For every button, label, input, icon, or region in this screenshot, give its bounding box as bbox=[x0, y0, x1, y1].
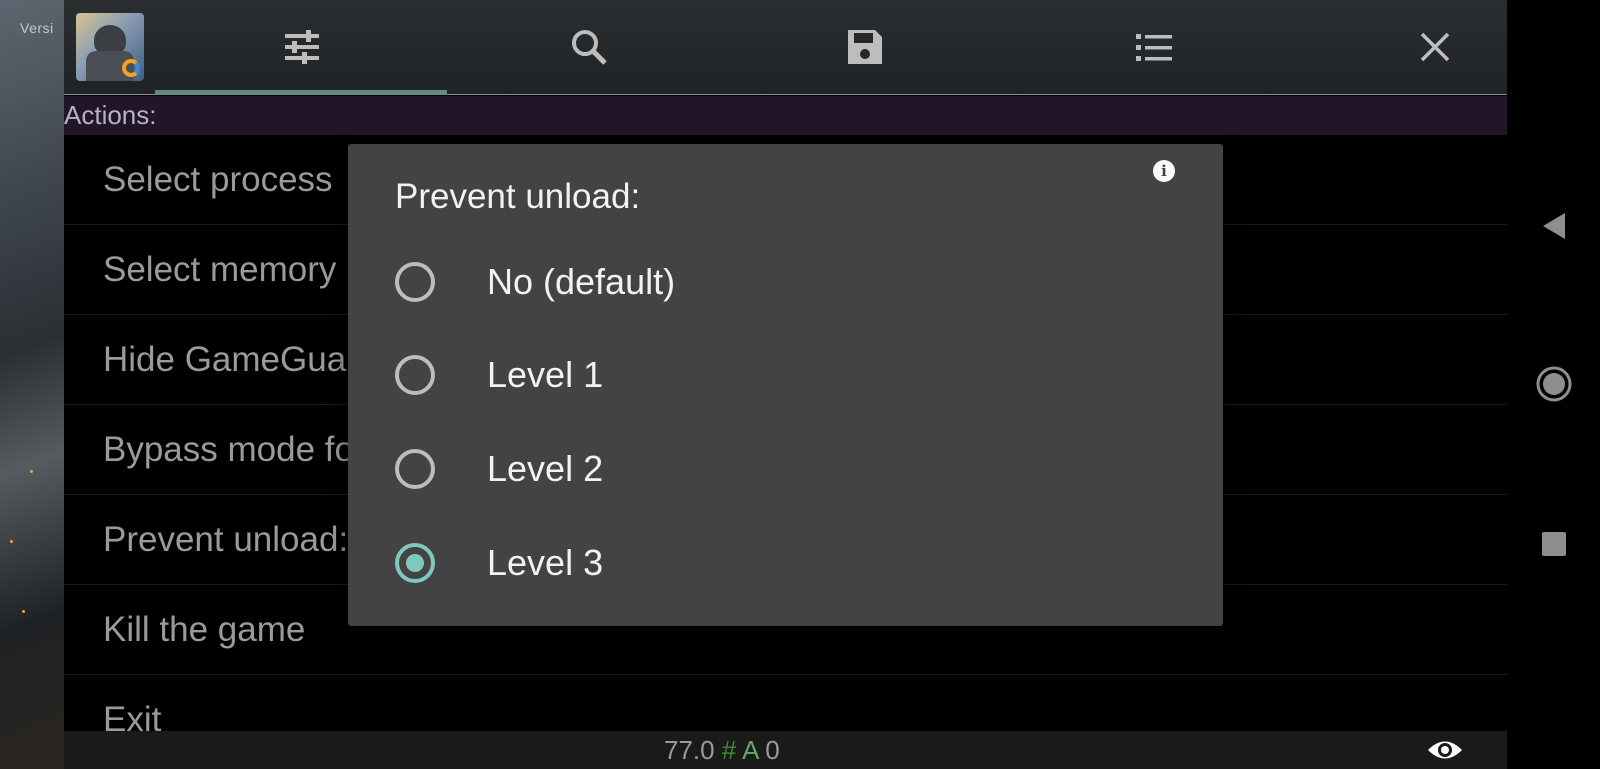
status-hash: # bbox=[721, 735, 737, 765]
toolbar bbox=[64, 0, 1507, 95]
close-svg bbox=[1420, 32, 1450, 62]
back-icon[interactable] bbox=[1535, 207, 1573, 245]
spark-dot bbox=[22, 610, 25, 613]
status-stats: 77.0 # A 0 bbox=[664, 735, 780, 766]
close-icon[interactable] bbox=[1415, 27, 1455, 67]
option-label: Level 2 bbox=[487, 448, 604, 489]
status-value: 77.0 bbox=[664, 735, 715, 765]
status-count: 0 bbox=[765, 735, 780, 765]
prevent-unload-dialog: Prevent unload: i No (default) Level 1 L… bbox=[348, 144, 1223, 626]
actions-header: Actions: bbox=[64, 96, 1507, 135]
spark-dot bbox=[10, 540, 13, 543]
search-icon[interactable] bbox=[569, 27, 609, 67]
radio-button-selected[interactable] bbox=[395, 543, 435, 583]
eye-icon[interactable] bbox=[1426, 735, 1464, 765]
search-svg bbox=[572, 30, 607, 65]
radio-button[interactable] bbox=[395, 262, 435, 302]
sliders-icon[interactable] bbox=[282, 27, 322, 67]
recents-icon[interactable] bbox=[1535, 525, 1573, 563]
spark-dot bbox=[30, 470, 33, 473]
option-no-default[interactable]: No (default) bbox=[395, 237, 1175, 327]
back-svg bbox=[1543, 213, 1565, 239]
list-icon[interactable] bbox=[1134, 27, 1174, 67]
radio-button[interactable] bbox=[395, 449, 435, 489]
dialog-title: Prevent unload: bbox=[395, 177, 641, 216]
option-label: Level 3 bbox=[487, 542, 604, 583]
eye-svg bbox=[1428, 741, 1462, 759]
game-background: Versi bbox=[0, 0, 64, 769]
sliders-svg bbox=[285, 30, 319, 64]
home-svg bbox=[1536, 366, 1572, 402]
home-icon[interactable] bbox=[1535, 365, 1573, 403]
status-a: A bbox=[742, 735, 759, 765]
option-level-3[interactable]: Level 3 bbox=[395, 518, 1175, 608]
background-watermark: Versi bbox=[20, 20, 54, 36]
android-nav-bar bbox=[1507, 0, 1600, 769]
option-level-1[interactable]: Level 1 bbox=[395, 330, 1175, 420]
game-logo-mark bbox=[122, 59, 140, 77]
process-app-icon[interactable] bbox=[76, 13, 144, 81]
save-icon[interactable] bbox=[845, 27, 885, 67]
option-label: No (default) bbox=[487, 261, 676, 302]
info-icon[interactable]: i bbox=[1153, 160, 1175, 182]
list-svg bbox=[1136, 34, 1172, 61]
active-tab-indicator bbox=[155, 90, 447, 95]
radio-button[interactable] bbox=[395, 355, 435, 395]
option-level-2[interactable]: Level 2 bbox=[395, 424, 1175, 514]
status-footer: 77.0 # A 0 bbox=[64, 731, 1507, 769]
option-label: Level 1 bbox=[487, 354, 604, 395]
save-svg bbox=[848, 30, 882, 64]
recents-svg bbox=[1542, 532, 1566, 556]
